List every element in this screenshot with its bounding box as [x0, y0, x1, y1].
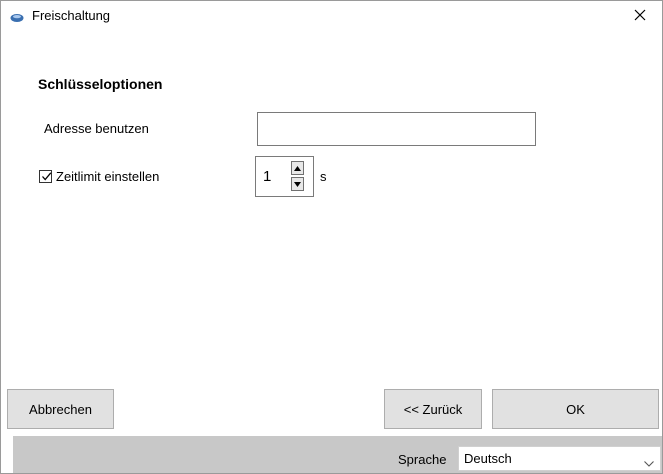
- language-label: Sprache: [398, 452, 447, 467]
- title-bar: Freischaltung: [1, 1, 662, 32]
- arrow-up-icon: [294, 165, 301, 171]
- ok-button[interactable]: OK: [492, 389, 659, 429]
- section-title: Schlüsseloptionen: [38, 76, 163, 92]
- address-label: Adresse benutzen: [44, 121, 149, 136]
- close-icon: [634, 9, 646, 24]
- dialog-window: Freischaltung Schlüsseloptionen Adresse …: [0, 0, 663, 474]
- timelimit-checkbox[interactable]: [39, 170, 52, 183]
- timelimit-stepper[interactable]: 1: [255, 156, 314, 197]
- language-value: Deutsch: [464, 451, 512, 466]
- language-select[interactable]: Deutsch: [458, 446, 661, 471]
- unit-label: s: [320, 169, 327, 184]
- back-button[interactable]: << Zurück: [384, 389, 482, 429]
- cancel-button[interactable]: Abbrechen: [7, 389, 114, 429]
- check-icon: [42, 172, 52, 181]
- arrow-down-icon: [294, 181, 301, 187]
- timelimit-label[interactable]: Zeitlimit einstellen: [56, 169, 159, 184]
- close-button[interactable]: [618, 1, 662, 32]
- chevron-down-icon: [644, 455, 654, 470]
- stepper-value[interactable]: 1: [263, 168, 271, 185]
- eye-icon: [10, 11, 24, 22]
- window-title: Freischaltung: [32, 8, 111, 23]
- stepper-up-button[interactable]: [291, 161, 304, 175]
- address-input[interactable]: [257, 112, 536, 146]
- stepper-down-button[interactable]: [291, 177, 304, 191]
